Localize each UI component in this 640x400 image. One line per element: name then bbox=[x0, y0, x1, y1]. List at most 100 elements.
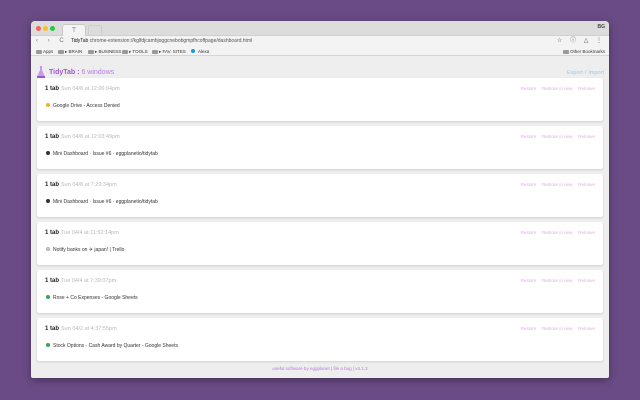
restore-button[interactable]: Restore bbox=[520, 230, 536, 235]
group-time: Tue 04/4 at 11:52:14pm bbox=[61, 230, 119, 236]
restore-in-new-button[interactable]: Restore in new bbox=[542, 278, 572, 283]
address-path: chrome-extension://kglfdjcamhjoggcnebobg… bbox=[89, 38, 253, 44]
import-link[interactable]: Import bbox=[588, 70, 604, 76]
tab-count: 1 tab bbox=[45, 182, 60, 188]
close-window-button[interactable] bbox=[36, 26, 41, 31]
new-tab-button[interactable] bbox=[88, 25, 102, 35]
restore-button[interactable]: Restore bbox=[520, 278, 536, 283]
bookmark-alexa[interactable]: Alexa bbox=[191, 47, 209, 56]
tab-title: Rose + Co Expenses - Google Sheets bbox=[53, 295, 138, 301]
github-icon bbox=[46, 199, 50, 203]
bookmark-other[interactable]: Other Bookmarks bbox=[562, 47, 605, 56]
browser-toolbar: ‹ › C ⌂ TidyTab chrome-extension://kglfd… bbox=[31, 36, 609, 47]
bookmark-apps[interactable]: Apps bbox=[36, 47, 53, 56]
tab-count: 1 tab bbox=[45, 326, 60, 332]
group-time: Sun 04/8 at 7:29:34pm bbox=[61, 182, 117, 188]
group-actions: Restore Restore in new Remove bbox=[514, 86, 595, 91]
tidytab-logo-icon bbox=[37, 66, 45, 78]
remove-button[interactable]: Remove bbox=[578, 230, 595, 235]
tab-item[interactable]: Mini Dashboard · Issue #6 · eggplanetio/… bbox=[46, 151, 158, 157]
tab-item[interactable]: Stock Options - Cash Award by Quarter - … bbox=[46, 343, 178, 349]
page-title: TidyTab : 6 windows bbox=[49, 69, 114, 76]
title-bar: T BG bbox=[31, 21, 609, 36]
tab-group: 1 tab Sun 04/8 at 12:03:49pm Restore Resto… bbox=[37, 126, 603, 169]
group-header: 1 tab Sun 04/8 at 12:06:04pm bbox=[45, 86, 120, 92]
restore-in-new-button[interactable]: Restore in new bbox=[542, 230, 572, 235]
minimize-window-button[interactable] bbox=[43, 26, 48, 31]
restore-in-new-button[interactable]: Restore in new bbox=[542, 326, 572, 331]
remove-button[interactable]: Remove bbox=[578, 86, 595, 91]
google-drive-icon bbox=[46, 103, 50, 107]
trello-icon bbox=[46, 247, 50, 251]
folder-icon bbox=[122, 49, 128, 54]
tab-group: 1 tab Tue 04/4 at 11:52:14pm Restore Resto… bbox=[37, 222, 603, 265]
profile-badge[interactable]: BG bbox=[598, 24, 606, 30]
group-header: 1 tab Tue 04/4 at 7:39:07pm bbox=[45, 278, 116, 284]
google-sheets-icon bbox=[46, 295, 50, 299]
bookmark-business[interactable]: ▸ BUSINESS bbox=[88, 47, 121, 56]
google-sheets-icon bbox=[46, 343, 50, 347]
bookmark-tools[interactable]: ▸ TOOLS bbox=[122, 47, 148, 56]
maximize-window-button[interactable] bbox=[50, 26, 55, 31]
restore-in-new-button[interactable]: Restore in new bbox=[542, 182, 572, 187]
footer-text: useful software by eggplanet | file a bu… bbox=[272, 366, 368, 371]
alexa-icon bbox=[191, 49, 195, 53]
extension-icons[interactable]: ☆ ⓘ △ ⋮ bbox=[557, 36, 605, 47]
export-link[interactable]: Export bbox=[567, 70, 583, 76]
app-name: TidyTab bbox=[49, 69, 76, 76]
remove-button[interactable]: Remove bbox=[578, 182, 595, 187]
folder-icon bbox=[562, 49, 569, 54]
restore-in-new-button[interactable]: Restore in new bbox=[542, 134, 572, 139]
bookmarks-bar: Apps ▸ BRAIN ▸ BUSINESS ▸ TOOLS ▸ FAV. S… bbox=[31, 47, 609, 56]
folder-icon bbox=[88, 49, 94, 54]
window-count: 6 windows bbox=[81, 69, 115, 76]
tab-item[interactable]: Mini Dashboard · Issue #6 · eggplanetio/… bbox=[46, 199, 158, 205]
group-header: 1 tab Sun 04/8 at 12:03:49pm bbox=[45, 134, 120, 140]
remove-button[interactable]: Remove bbox=[578, 278, 595, 283]
tab-icon: T bbox=[71, 27, 77, 34]
folder-icon bbox=[152, 49, 158, 54]
header-actions: Export / Import bbox=[565, 70, 604, 76]
restore-in-new-button[interactable]: Restore in new bbox=[542, 86, 572, 91]
tab-title: Stock Options - Cash Award by Quarter - … bbox=[53, 343, 178, 349]
group-actions: Restore Restore in new Remove bbox=[514, 134, 595, 139]
group-time: Sun 04/8 at 12:03:49pm bbox=[61, 134, 120, 140]
tab-count: 1 tab bbox=[45, 86, 60, 92]
bookmark-brain[interactable]: ▸ BRAIN bbox=[58, 47, 82, 56]
apps-icon bbox=[36, 49, 42, 54]
browser-window: T BG ‹ › C ⌂ TidyTab chrome-extension://… bbox=[31, 21, 609, 378]
bookmark-fav-sites[interactable]: ▸ FAV. SITES bbox=[152, 47, 186, 56]
remove-button[interactable]: Remove bbox=[578, 134, 595, 139]
tab-title: Mini Dashboard · Issue #6 · eggplanetio/… bbox=[53, 151, 158, 157]
tab-group: 1 tab Tue 04/4 at 7:39:07pm Restore Restor… bbox=[37, 270, 603, 313]
remove-button[interactable]: Remove bbox=[578, 326, 595, 331]
restore-button[interactable]: Restore bbox=[520, 182, 536, 187]
group-actions: Restore Restore in new Remove bbox=[514, 326, 595, 331]
tab-count: 1 tab bbox=[45, 230, 60, 236]
browser-tab[interactable]: T bbox=[62, 24, 86, 36]
header-divider: / bbox=[584, 70, 587, 76]
restore-button[interactable]: Restore bbox=[520, 86, 536, 91]
folder-icon bbox=[58, 49, 64, 54]
restore-button[interactable]: Restore bbox=[520, 326, 536, 331]
tab-item[interactable]: Rose + Co Expenses - Google Sheets bbox=[46, 295, 138, 301]
group-actions: Restore Restore in new Remove bbox=[514, 278, 595, 283]
group-header: 1 tab Tue 04/4 at 11:52:14pm bbox=[45, 230, 119, 236]
tab-group: 1 tab Sun 04/8 at 12:06:04pm Restore Resto… bbox=[37, 78, 603, 121]
group-header: 1 tab Sun 04/8 at 7:29:34pm bbox=[45, 182, 117, 188]
tab-item[interactable]: Notify banks on ✈ japan! | Trello bbox=[46, 247, 124, 253]
tab-group: 1 tab Sun 04/8 at 7:29:34pm Restore Restor… bbox=[37, 174, 603, 217]
tab-count: 1 tab bbox=[45, 134, 60, 140]
tab-count: 1 tab bbox=[45, 278, 60, 284]
github-icon bbox=[46, 151, 50, 155]
restore-button[interactable]: Restore bbox=[520, 134, 536, 139]
group-time: Sun 04/2 at 4:37:55pm bbox=[61, 326, 117, 332]
tab-title: Google Drive - Access Denied bbox=[53, 103, 120, 109]
group-time: Tue 04/4 at 7:39:07pm bbox=[61, 278, 117, 284]
group-actions: Restore Restore in new Remove bbox=[514, 182, 595, 187]
address-site: TidyTab bbox=[71, 38, 89, 44]
tab-item[interactable]: Google Drive - Access Denied bbox=[46, 103, 120, 109]
tab-title: Notify banks on ✈ japan! | Trello bbox=[53, 247, 125, 253]
address-bar[interactable]: TidyTab chrome-extension://kglfdjcamhjog… bbox=[71, 37, 571, 46]
group-actions: Restore Restore in new Remove bbox=[514, 230, 595, 235]
